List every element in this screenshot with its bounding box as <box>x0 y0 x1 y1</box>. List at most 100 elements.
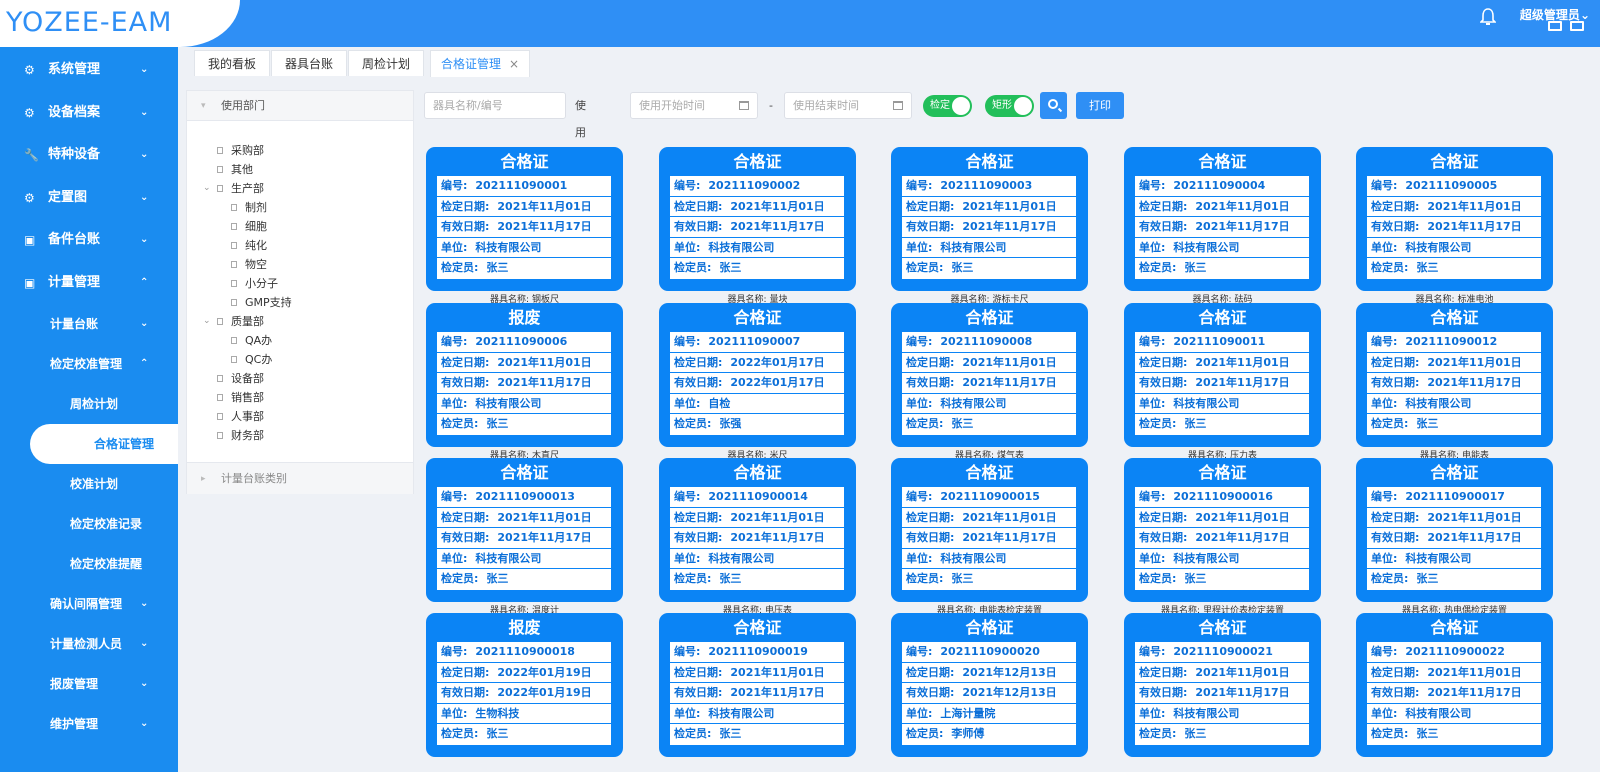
certificate-card[interactable]: 合格证 编号: 202111090001 检定日期: 2021年11月01日 有效日期: 2… <box>426 147 623 291</box>
check-toggle[interactable]: 检定 <box>923 95 972 117</box>
sidebar-item-5[interactable]: ▣ 计量管理 ⌃ <box>0 262 178 305</box>
field-value: 202111090003 <box>940 179 1033 192</box>
tree-fold-icon[interactable]: ⌄ <box>203 179 211 198</box>
certificate-card[interactable]: 合格证 编号: 202111090003 检定日期: 2021年11月01日 有效日期: 2… <box>891 147 1088 291</box>
certificate-card[interactable]: 合格证 编号: 202111090012 检定日期: 2021年11月01日 有效日期: 2… <box>1356 303 1553 447</box>
certificate-card[interactable]: 合格证 编号: 2021110900019 检定日期: 2021年11月01日 有效日期:… <box>659 613 856 757</box>
start-date-input[interactable]: 使用开始时间 <box>630 92 758 119</box>
monitor-icon[interactable] <box>1548 21 1562 31</box>
field-label: 检定日期: <box>1371 510 1420 524</box>
bell-icon[interactable] <box>1479 8 1496 26</box>
certificate-card[interactable]: 合格证 编号: 202111090007 检定日期: 2022年01月17日 有效日期: 2… <box>659 303 856 447</box>
tree-node[interactable]: 细胞 <box>187 217 413 236</box>
field-label: 检定日期: <box>906 199 955 213</box>
field-label: 单位: <box>674 240 701 254</box>
tree-node[interactable]: 销售部 <box>187 388 413 407</box>
field-value: 自检 <box>708 396 731 410</box>
field-value: 科技有限公司 <box>475 551 542 565</box>
certificate-row-valid: 有效日期: 2021年11月17日 <box>902 528 1076 549</box>
close-icon[interactable]: × <box>509 57 519 71</box>
certificate-card[interactable]: 合格证 编号: 2021110900015 检定日期: 2021年11月01日 有效日期:… <box>891 458 1088 602</box>
certificate-card[interactable]: 合格证 编号: 2021110900014 检定日期: 2021年11月01日 有效日期:… <box>659 458 856 602</box>
sidebar-item-4[interactable]: ▣ 备件台账 ⌄ <box>0 219 178 262</box>
field-label: 编号: <box>1371 179 1398 192</box>
sidebar-subitem[interactable]: 维护管理 ⌄ <box>0 704 178 744</box>
certificate-title: 合格证 <box>1430 308 1479 327</box>
tree-node[interactable]: 物空 <box>187 255 413 274</box>
end-date-input[interactable]: 使用结束时间 <box>784 92 912 119</box>
certificate-card[interactable]: 合格证 编号: 2021110900013 检定日期: 2021年11月01日 有效日期:… <box>426 458 623 602</box>
sidebar-subitem-0[interactable]: 计量台账 ⌄ <box>0 304 178 344</box>
field-label: 单位: <box>674 551 701 565</box>
certificate-card[interactable]: 合格证 编号: 202111090004 检定日期: 2021年11月01日 有效日期: 2… <box>1124 147 1321 291</box>
field-value: 2022年01月19日 <box>497 686 592 700</box>
field-value: 2021年12月13日 <box>962 686 1057 700</box>
certificate-card[interactable]: 合格证 编号: 202111090005 检定日期: 2021年11月01日 有效日期: 2… <box>1356 147 1553 291</box>
tab-instrument-ledger[interactable]: 器具台账 <box>271 50 347 76</box>
certificate-row-valid: 有效日期: 2021年11月17日 <box>1135 373 1309 394</box>
name-search-input[interactable]: 器具名称/编号 <box>424 92 566 119</box>
keyboard-icon[interactable] <box>1570 21 1584 31</box>
tree-fold-icon[interactable]: ⌄ <box>203 312 211 331</box>
certificate-row-valid: 有效日期: 2021年11月17日 <box>902 373 1076 394</box>
field-label: 检定员: <box>1139 261 1177 275</box>
sidebar-leaf-item[interactable]: 周检计划 <box>0 384 178 424</box>
sidebar-subitem[interactable]: 报废管理 ⌄ <box>0 664 178 704</box>
sidebar-subitem-1[interactable]: 检定校准管理 ⌃ <box>0 344 178 384</box>
category-panel-title: 计量台账类别 <box>221 472 287 485</box>
tree-node[interactable]: 设备部 <box>187 369 413 388</box>
menu-icon: ⚙ <box>24 105 35 120</box>
department-panel-header[interactable]: ▾ 使用部门 <box>187 91 413 121</box>
certificate-card[interactable]: 报废 编号: 202111090006 检定日期: 2021年11月01日 有效日期: 20… <box>426 303 623 447</box>
certificate-card[interactable]: 合格证 编号: 202111090011 检定日期: 2021年11月01日 有效日期: 2… <box>1124 303 1321 447</box>
category-panel-header[interactable]: ▸ 计量台账类别 <box>187 462 413 494</box>
certificate-title: 合格证 <box>965 463 1014 482</box>
field-label: 编号: <box>1371 490 1398 503</box>
certificate-row-no: 编号: 202111090003 <box>902 176 1076 197</box>
sidebar-item-0[interactable]: ⚙ 系统管理 ⌄ <box>0 49 178 92</box>
certificate-card[interactable]: 合格证 编号: 202111090002 检定日期: 2021年11月01日 有效日期: 2… <box>659 147 856 291</box>
tab-my-board[interactable]: 我的看板 <box>194 50 270 76</box>
sidebar-leaf-item[interactable]: 校准计划 <box>0 464 178 504</box>
tree-node[interactable]: 人事部 <box>187 407 413 426</box>
field-label: 有效日期: <box>441 531 490 545</box>
certificate-card[interactable]: 合格证 编号: 2021110900020 检定日期: 2021年12月13日 有效日期:… <box>891 613 1088 757</box>
tree-node[interactable]: 制剂 <box>187 198 413 217</box>
certificate-row-valid: 有效日期: 2021年11月17日 <box>1367 683 1541 704</box>
sidebar-item-2[interactable]: 🔧 特种设备 ⌄ <box>0 134 178 177</box>
tree-node[interactable]: 纯化 <box>187 236 413 255</box>
certificate-title: 合格证 <box>1430 463 1479 482</box>
search-button[interactable] <box>1040 92 1067 119</box>
sidebar-leaf-item[interactable]: 检定校准提醒 <box>0 544 178 584</box>
field-label: 单位: <box>1139 396 1166 410</box>
certificate-card[interactable]: 合格证 编号: 2021110900021 检定日期: 2021年11月01日 有效日期:… <box>1124 613 1321 757</box>
sidebar-item-3[interactable]: ⚙ 定置图 ⌄ <box>0 177 178 220</box>
sidebar-subitem[interactable]: 确认间隔管理 ⌄ <box>0 584 178 624</box>
sidebar-leaf-item[interactable]: 检定校准记录 <box>0 504 178 544</box>
tree-node[interactable]: ⌄ 质量部 <box>187 312 413 331</box>
tree-node[interactable]: 财务部 <box>187 426 413 445</box>
tree-node[interactable]: 其他 <box>187 160 413 179</box>
sidebar-item-certificate-management[interactable]: 合格证管理 <box>30 424 178 464</box>
sidebar-item-1[interactable]: ⚙ 设备档案 ⌄ <box>0 92 178 135</box>
tree-node[interactable]: QC办 <box>187 350 413 369</box>
certificate-card[interactable]: 报废 编号: 2021110900018 检定日期: 2022年01月19日 有效日期: 2… <box>426 613 623 757</box>
certificate-card[interactable]: 合格证 编号: 202111090008 检定日期: 2021年11月01日 有效日期: 2… <box>891 303 1088 447</box>
field-value: 202111090011 <box>1173 335 1266 348</box>
certificate-row-no: 编号: 202111090008 <box>902 332 1076 353</box>
tab-weekly-plan[interactable]: 周检计划 <box>348 50 424 76</box>
certificate-row-check: 检定日期: 2021年11月01日 <box>437 508 611 529</box>
print-button[interactable]: 打印 <box>1076 92 1124 119</box>
field-value: 2021年11月01日 <box>1195 665 1290 679</box>
certificate-card[interactable]: 合格证 编号: 2021110900017 检定日期: 2021年11月01日 有效日期:… <box>1356 458 1553 602</box>
tree-node[interactable]: QA办 <box>187 331 413 350</box>
certificate-card[interactable]: 合格证 编号: 2021110900022 检定日期: 2021年11月01日 有效日期:… <box>1356 613 1553 757</box>
sidebar-subitem[interactable]: 计量检测人员 ⌄ <box>0 624 178 664</box>
tree-node[interactable]: GMP支持 <box>187 293 413 312</box>
tree-node[interactable]: ⌄ 生产部 <box>187 179 413 198</box>
rectangle-toggle[interactable]: 矩形 <box>985 95 1034 117</box>
certificate-card[interactable]: 合格证 编号: 2021110900016 检定日期: 2021年11月01日 有效日期:… <box>1124 458 1321 602</box>
tab-certificate-management[interactable]: 合格证管理 × <box>430 50 530 77</box>
tree-node[interactable]: 小分子 <box>187 274 413 293</box>
tree-node[interactable]: 采购部 <box>187 141 413 160</box>
